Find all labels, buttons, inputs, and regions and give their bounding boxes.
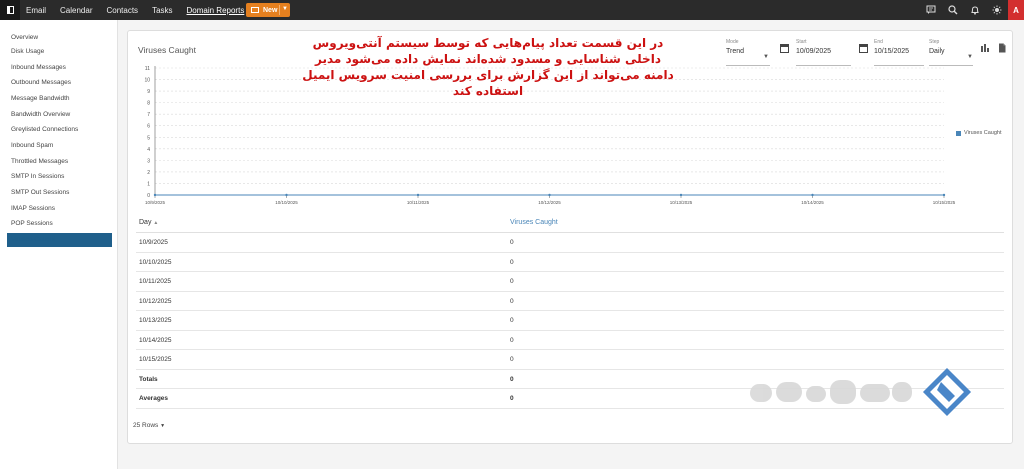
new-button[interactable]: New ▼ bbox=[246, 3, 290, 17]
y-tick-label: 5 bbox=[147, 135, 150, 141]
row-day: 10/14/2025 bbox=[139, 336, 172, 344]
data-point bbox=[153, 193, 157, 197]
sidebar-item-viruses-caught[interactable]: Viruses Caught bbox=[7, 233, 112, 247]
table-row: 10/10/2025 0 bbox=[136, 253, 1004, 272]
x-tick-label: 10/14/2025 bbox=[801, 200, 824, 205]
brightness-icon[interactable] bbox=[986, 0, 1008, 20]
y-tick-label: 9 bbox=[147, 89, 150, 95]
chevron-down-icon[interactable]: ▼ bbox=[282, 6, 288, 12]
row-value: 0 bbox=[510, 336, 514, 344]
row-day: 10/13/2025 bbox=[139, 317, 172, 324]
x-tick-label: 10/15/2025 bbox=[933, 200, 956, 205]
table-row: 10/13/2025 0 bbox=[136, 311, 1004, 331]
averages-value: 0 bbox=[510, 395, 514, 402]
menu-toggle-icon[interactable] bbox=[0, 0, 20, 20]
row-day: 10/10/2025 bbox=[139, 258, 172, 266]
nav-email[interactable]: Email bbox=[26, 6, 46, 15]
sidebar-item-throttled-messages[interactable]: Throttled Messages bbox=[7, 155, 112, 169]
search-icon[interactable] bbox=[942, 0, 964, 20]
nav-tasks[interactable]: Tasks bbox=[152, 6, 172, 15]
y-tick-label: 0 bbox=[147, 193, 150, 199]
sidebar-item-message-bandwidth[interactable]: Message Bandwidth bbox=[7, 92, 112, 106]
row-day: 10/9/2025 bbox=[139, 239, 168, 246]
y-tick-label: 1 bbox=[147, 181, 150, 187]
sidebar-item-smtp-out-sessions[interactable]: SMTP Out Sessions bbox=[7, 186, 112, 200]
y-tick-label: 4 bbox=[147, 147, 150, 153]
row-day: 10/11/2025 bbox=[139, 278, 172, 285]
sidebar-item-disk-usage[interactable]: Disk Usage bbox=[7, 45, 112, 59]
row-value: 0 bbox=[510, 317, 514, 324]
sidebar: Overview Disk Usage Inbound Messages Out… bbox=[0, 20, 118, 469]
sidebar-item-bandwidth-overview[interactable]: Bandwidth Overview bbox=[7, 108, 112, 122]
rows-per-page-select[interactable]: 25 Rows ▼ bbox=[133, 422, 165, 429]
sidebar-item-overview[interactable]: Overview bbox=[7, 31, 112, 45]
legend-swatch bbox=[956, 130, 961, 136]
data-point bbox=[285, 193, 288, 197]
table-row: 10/12/2025 0 bbox=[136, 292, 1004, 311]
chart-legend[interactable]: Viruses Caught bbox=[956, 130, 1002, 136]
sidebar-item-greylisted-connections[interactable]: Greylisted Connections bbox=[7, 123, 112, 137]
new-button-label: New bbox=[263, 6, 278, 14]
column-header-day[interactable]: Day ▲ bbox=[139, 219, 158, 226]
data-point bbox=[548, 193, 551, 197]
row-value: 0 bbox=[510, 356, 514, 363]
y-tick-label: 2 bbox=[147, 170, 150, 176]
totals-value: 0 bbox=[510, 375, 514, 383]
chevron-down-icon: ▼ bbox=[160, 423, 166, 429]
x-tick-label: 10/11/2025 bbox=[407, 200, 430, 205]
x-tick-label: 10/10/2025 bbox=[275, 200, 298, 205]
totals-label: Totals bbox=[139, 375, 158, 383]
new-button-divider bbox=[279, 5, 280, 15]
y-tick-label: 3 bbox=[147, 158, 150, 164]
table-row: 10/11/2025 0 bbox=[136, 272, 1004, 292]
x-tick-label: 10/9/2025 bbox=[145, 200, 166, 205]
sidebar-item-pop-sessions[interactable]: POP Sessions bbox=[7, 217, 112, 231]
nav-domain-reports[interactable]: Domain Reports▼ bbox=[187, 6, 254, 15]
main-nav: Email Calendar Contacts Tasks Domain Rep… bbox=[26, 0, 253, 20]
row-value: 0 bbox=[510, 297, 514, 305]
y-tick-label: 7 bbox=[147, 112, 150, 118]
sidebar-item-smtp-in-sessions[interactable]: SMTP In Sessions bbox=[7, 170, 112, 184]
avatar[interactable]: A bbox=[1008, 0, 1024, 20]
column-day-label: Day bbox=[139, 219, 152, 226]
row-day: 10/15/2025 bbox=[139, 356, 172, 363]
x-tick-label: 10/12/2025 bbox=[538, 200, 561, 205]
sidebar-item-inbound-messages[interactable]: Inbound Messages bbox=[7, 61, 112, 75]
top-bar: Email Calendar Contacts Tasks Domain Rep… bbox=[0, 0, 1024, 20]
data-point bbox=[811, 193, 814, 197]
sort-up-icon: ▲ bbox=[153, 220, 159, 226]
top-right-icons: A bbox=[920, 0, 1024, 20]
x-tick-label: 10/13/2025 bbox=[670, 200, 693, 205]
table-header: Day ▲ Viruses Caught bbox=[136, 215, 1004, 233]
sidebar-item-imap-sessions[interactable]: IMAP Sessions bbox=[7, 202, 112, 216]
rows-per-page-value: 25 Rows bbox=[133, 422, 159, 429]
sidebar-item-outbound-messages[interactable]: Outbound Messages bbox=[7, 76, 112, 90]
bell-icon[interactable] bbox=[964, 0, 986, 20]
y-tick-label: 8 bbox=[147, 101, 150, 107]
y-tick-label: 6 bbox=[147, 124, 150, 130]
data-point bbox=[679, 193, 683, 197]
sidebar-item-inbound-spam[interactable]: Inbound Spam bbox=[7, 139, 112, 153]
annotation-text: در این قسمت تعداد پیام‌هایی که توسط سیست… bbox=[302, 36, 674, 98]
column-header-viruses-caught[interactable]: Viruses Caught bbox=[510, 219, 558, 226]
y-tick-label: 11 bbox=[145, 66, 150, 72]
data-point bbox=[416, 193, 420, 197]
table-row: 10/14/2025 0 bbox=[136, 331, 1004, 350]
nav-contacts[interactable]: Contacts bbox=[106, 6, 138, 15]
envelope-icon bbox=[251, 7, 259, 13]
legend-label: Viruses Caught bbox=[964, 130, 1002, 136]
row-value: 0 bbox=[510, 258, 514, 266]
data-point bbox=[942, 193, 946, 197]
averages-label: Averages bbox=[139, 395, 169, 402]
nav-calendar[interactable]: Calendar bbox=[60, 6, 92, 15]
row-value: 0 bbox=[510, 239, 514, 246]
y-tick-label: 10 bbox=[144, 78, 150, 84]
row-value: 0 bbox=[510, 278, 514, 285]
table-row: 10/9/2025 0 bbox=[136, 233, 1004, 253]
nav-domain-reports-label: Domain Reports bbox=[186, 5, 245, 15]
watermark-logo bbox=[750, 367, 972, 417]
chat-icon[interactable] bbox=[920, 0, 942, 20]
row-day: 10/12/2025 bbox=[139, 297, 172, 305]
